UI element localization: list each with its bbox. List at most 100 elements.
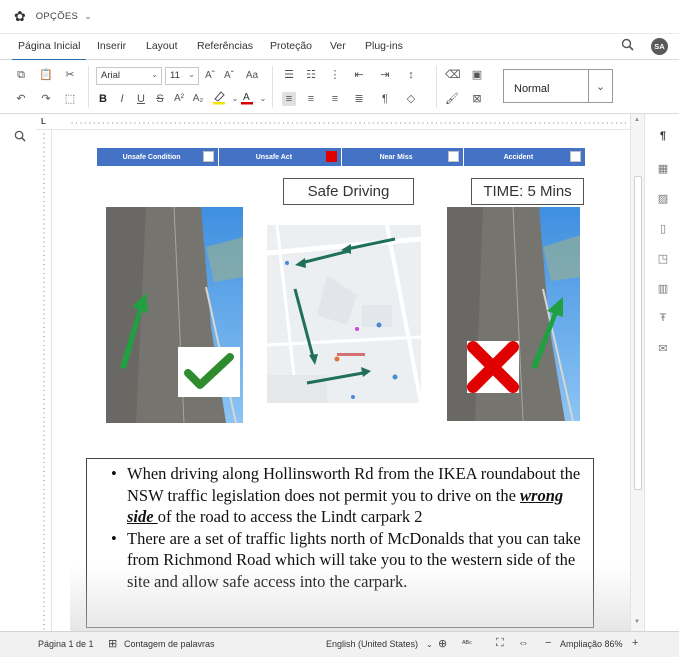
list-item: There are a set of traffic lights north … [111,528,581,593]
word-count-icon[interactable]: ⊞ [108,637,117,650]
fit-page-icon[interactable]: ⛶ [496,637,504,650]
increase-indent-icon[interactable]: ⇥ [378,68,392,82]
paste-icon[interactable]: 📋 [39,68,53,82]
tab-view[interactable]: Ver [330,40,346,52]
route-map [267,225,421,403]
hazard-bar: Unsafe Condition Unsafe Act Near Miss Ac… [97,148,585,166]
bullet-list-icon[interactable]: ☰ [282,68,296,82]
image-settings-icon[interactable]: ▨ [656,192,670,205]
hazard-checkbox[interactable] [447,151,459,162]
vertical-scrollbar[interactable]: ▲ ▼ [630,114,644,631]
toolbar-divider [272,66,273,108]
zoom-in-icon[interactable]: + [632,637,638,649]
tab-layout[interactable]: Layout [146,40,178,52]
align-left-icon[interactable]: ≡ [282,92,296,106]
subscript-button[interactable]: A₂ [191,92,205,106]
word-count-button[interactable]: Contagem de palavras [124,639,215,649]
pilcrow-icon[interactable]: ¶ [378,92,392,106]
change-case-button[interactable]: Aa [241,69,263,83]
hazard-checkbox[interactable] [203,151,215,162]
chart-settings-icon[interactable]: ▥ [656,282,670,295]
road-photo-correct [106,207,243,423]
line-spacing-icon[interactable]: ↕ [404,68,418,82]
list-item: When driving along Hollinsworth Rd from … [111,463,581,528]
zoom-level[interactable]: Ampliação 86% [560,639,623,649]
notes-textbox[interactable]: When driving along Hollinsworth Rd from … [86,458,594,628]
page-indicator[interactable]: Página 1 de 1 [38,639,94,649]
select-all-icon[interactable]: ⬚ [63,92,77,106]
font-name-select[interactable]: Arial ⌄ [96,67,162,85]
tab-plugins[interactable]: Plug-ins [365,40,403,52]
options-label[interactable]: OPÇÕES [36,11,78,22]
align-center-icon[interactable]: ≡ [304,92,318,106]
horizontal-ruler[interactable] [36,114,630,130]
cut-icon[interactable]: ✂ [63,68,77,82]
strikethrough-button[interactable]: S [153,92,167,106]
bold-button[interactable]: B [96,92,110,106]
grow-font-button[interactable]: Aˆ [203,69,217,83]
spellcheck-icon[interactable]: ᴬᴮᶜ [462,639,472,648]
style-selector[interactable]: Normal [503,69,589,103]
copy-icon[interactable]: ⧉ [14,68,28,82]
decrease-indent-icon[interactable]: ⇤ [352,68,366,82]
gear-icon[interactable]: ✿ [14,8,26,25]
highlight-icon[interactable] [212,90,226,109]
font-size-select[interactable]: 11 ⌄ [165,67,199,85]
style-dropdown-button[interactable]: ⌄ [589,69,613,103]
hazard-checkbox[interactable] [325,151,337,162]
scroll-down-icon[interactable]: ▼ [634,619,640,625]
superscript-button[interactable]: A² [172,92,186,106]
tab-references[interactable]: Referências [197,40,253,52]
zoom-out-icon[interactable]: − [545,637,551,649]
scroll-up-icon[interactable]: ▲ [634,117,640,123]
vertical-ruler[interactable] [36,130,52,631]
numbered-list-icon[interactable]: ☷ [304,68,318,82]
borders-icon[interactable]: ▣ [470,68,484,82]
chevron-down-icon[interactable]: ⌄ [426,640,433,649]
fit-width-icon[interactable]: ⇔ [518,637,529,649]
scrollbar-thumb[interactable] [634,176,642,490]
document-page[interactable]: Unsafe Condition Unsafe Act Near Miss Ac… [70,130,630,631]
format-painter-icon[interactable]: 🖌 [445,92,459,106]
document-title: Safe Driving [283,178,414,205]
paragraph-settings-icon[interactable]: ⊠ [470,92,484,106]
hazard-near-miss: Near Miss [341,148,464,166]
multilevel-list-icon[interactable]: ⋮ [328,68,342,82]
paragraph-settings-icon[interactable]: ¶ [656,130,670,142]
header-footer-icon[interactable]: ▯ [656,222,670,235]
search-icon[interactable] [14,130,26,145]
tab-home[interactable]: Página Inicial [11,40,87,61]
undo-icon[interactable]: ↶ [14,92,28,106]
table-settings-icon[interactable]: ▦ [656,162,670,175]
toolbar: ⧉ 📋 ✂ ↶ ↷ ⬚ Arial ⌄ 11 ⌄ Aˆ Aˇ Aa B I U … [0,60,679,114]
align-right-icon[interactable]: ≡ [328,92,342,106]
hazard-label: Unsafe Act [255,153,293,161]
shading-icon[interactable]: ◇ [404,92,418,106]
search-icon[interactable] [621,38,634,54]
language-select[interactable]: English (United States) [326,639,418,649]
font-size-value: 11 [170,70,180,81]
hazard-accident: Accident [463,148,585,166]
chevron-down-icon[interactable]: ⌄ [84,11,92,22]
clear-format-icon[interactable]: ⌫ [445,68,461,82]
globe-icon[interactable]: ⊕ [438,637,447,650]
chevron-down-icon: ⌄ [151,70,158,79]
redo-icon[interactable]: ↷ [39,92,53,106]
shape-settings-icon[interactable]: ◳ [656,252,670,265]
avatar[interactable]: SA [651,38,668,55]
chevron-down-icon[interactable]: ⌄ [256,92,270,106]
font-color-icon[interactable]: A [240,90,254,109]
tab-stop-icon[interactable]: L [41,117,46,126]
italic-button[interactable]: I [115,92,129,106]
bullet-text: When driving along Hollinsworth Rd from … [127,464,581,505]
tab-insert[interactable]: Inserir [97,40,126,52]
hazard-checkbox[interactable] [570,151,581,162]
justify-icon[interactable]: ≣ [352,92,366,106]
options-bar[interactable]: ✿ OPÇÕES ⌄ [0,0,679,34]
chevron-down-icon: ⌄ [595,80,606,93]
shrink-font-button[interactable]: Aˇ [222,69,236,83]
tab-protection[interactable]: Proteção [270,40,312,52]
underline-button[interactable]: U [134,92,148,106]
mail-merge-icon[interactable]: ✉ [656,342,670,355]
text-art-icon[interactable]: Ŧ [656,312,670,324]
